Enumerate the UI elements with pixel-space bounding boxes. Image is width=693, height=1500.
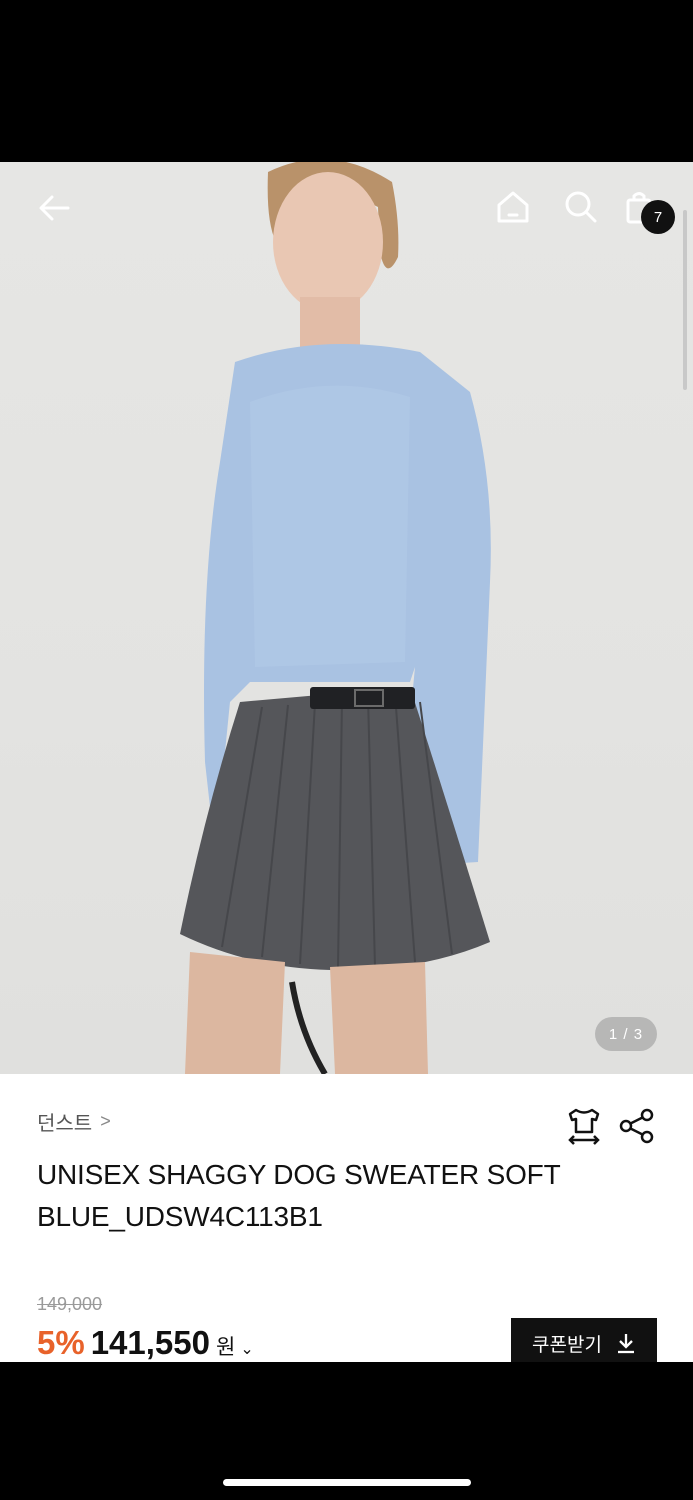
home-indicator[interactable] — [223, 1479, 471, 1486]
sale-price: 141,550 — [90, 1324, 210, 1361]
chevron-right-icon: > — [100, 1111, 111, 1131]
get-coupon-button[interactable]: 쿠폰받기 — [511, 1318, 657, 1368]
home-icon — [497, 191, 529, 223]
product-title: UNISEX SHAGGY DOG SWEATER SOFT BLUE_UDSW… — [37, 1159, 560, 1232]
product-image-gallery[interactable]: 7 1 / 3 — [0, 162, 693, 1074]
size-guide-button[interactable] — [562, 1104, 606, 1148]
discount-rate: 5% — [37, 1324, 85, 1361]
share-icon — [619, 1108, 654, 1144]
search-button[interactable] — [558, 184, 604, 230]
coupon-label: 쿠폰받기 — [532, 1334, 602, 1356]
currency-label: 원 — [216, 1336, 236, 1359]
product-photo — [180, 162, 491, 1074]
original-price: 149,000 — [37, 1294, 103, 1314]
app-screen: 7 1 / 3 던스트 > UNISEX SHAGGY DOG SWEATER … — [0, 0, 693, 1500]
price-dropdown[interactable]: 5% 141,550 원 ⌄ — [37, 1324, 254, 1362]
status-bar-area — [0, 0, 693, 162]
arrow-left-icon — [39, 195, 70, 221]
search-icon — [565, 191, 597, 223]
back-button[interactable] — [30, 184, 78, 232]
chevron-down-icon: ⌄ — [240, 1341, 254, 1358]
brand-link[interactable]: 던스트 > — [37, 1107, 111, 1136]
size-guide-icon — [568, 1108, 600, 1145]
image-counter: 1 / 3 — [595, 1017, 657, 1051]
cart-count-badge: 7 — [641, 200, 675, 234]
home-button[interactable] — [490, 184, 536, 230]
product-info-panel: 던스트 > UNISEX SHAGGY DOG SWEATER SOFT BLU… — [0, 1074, 693, 1368]
download-icon — [617, 1334, 634, 1354]
scroll-indicator — [683, 210, 687, 390]
brand-name: 던스트 — [37, 1113, 93, 1135]
share-button[interactable] — [616, 1104, 658, 1148]
